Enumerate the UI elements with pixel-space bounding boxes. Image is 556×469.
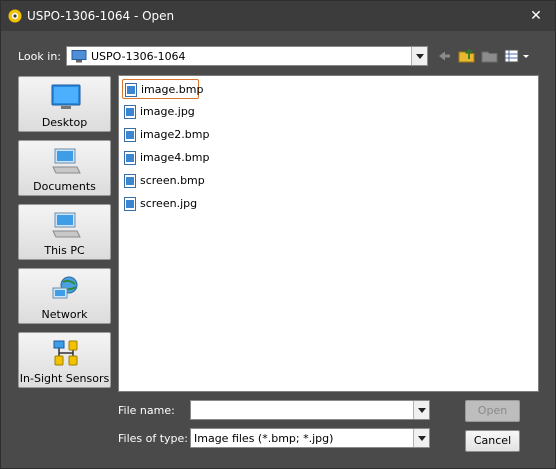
file-type-dropdown-arrow[interactable] — [413, 429, 429, 447]
window-title: USPO-1306-1064 - Open — [27, 9, 175, 23]
file-name: image.jpg — [140, 105, 195, 118]
place-label: Network — [41, 308, 88, 321]
file-name: image.bmp — [141, 83, 204, 96]
app-icon — [8, 9, 22, 23]
file-item[interactable]: image.bmp — [122, 79, 203, 99]
file-name-label: File name: — [118, 404, 175, 417]
cancel-button[interactable]: Cancel — [465, 430, 520, 452]
place-in-sight-sensors[interactable]: In-Sight Sensors — [18, 332, 111, 388]
file-name: screen.bmp — [140, 174, 205, 187]
file-item[interactable]: image2.bmp — [122, 125, 212, 145]
this-pc-icon — [52, 212, 81, 238]
file-type-select[interactable]: Image files (*.bmp; *.jpg) — [190, 428, 430, 448]
image-file-icon — [124, 128, 136, 142]
file-list[interactable]: image.bmp image.jpg image2.bmp image4.bm… — [118, 75, 539, 392]
place-this-pc[interactable]: This PC — [18, 204, 111, 260]
look-in-dropdown-arrow[interactable] — [411, 47, 427, 65]
file-item[interactable]: image.jpg — [122, 102, 202, 122]
up-folder-icon[interactable] — [457, 47, 477, 65]
computer-icon — [71, 50, 87, 63]
in-sight-sensors-icon — [53, 340, 78, 366]
file-name: image2.bmp — [140, 128, 210, 141]
open-dialog: USPO-1306-1064 - Open ✕ Look in: USPO-13… — [0, 0, 556, 469]
open-button[interactable]: Open — [465, 400, 520, 422]
image-file-icon — [125, 83, 137, 97]
close-button[interactable]: ✕ — [527, 7, 545, 25]
image-file-icon — [124, 174, 136, 188]
file-type-label: Files of type: — [118, 432, 189, 445]
image-file-icon — [124, 105, 136, 119]
file-item[interactable]: screen.jpg — [122, 194, 212, 214]
place-label: This PC — [44, 244, 85, 257]
file-name-input[interactable] — [190, 400, 430, 420]
view-menu-icon[interactable] — [503, 47, 531, 65]
file-item[interactable]: image4.bmp — [122, 148, 212, 168]
file-name: screen.jpg — [140, 197, 198, 210]
place-documents[interactable]: Documents — [18, 140, 111, 196]
network-icon — [52, 276, 78, 299]
place-label: Documents — [33, 180, 96, 193]
place-label: In-Sight Sensors — [19, 372, 110, 385]
file-name: image4.bmp — [140, 151, 210, 164]
title-bar: USPO-1306-1064 - Open ✕ — [1, 1, 555, 31]
place-desktop[interactable]: Desktop — [18, 76, 111, 132]
look-in-combo[interactable]: USPO-1306-1064 — [66, 46, 428, 66]
image-file-icon — [124, 197, 136, 211]
back-icon[interactable] — [434, 47, 454, 65]
file-type-value: Image files (*.bmp; *.jpg) — [194, 432, 334, 445]
file-name-dropdown-arrow[interactable] — [413, 401, 429, 419]
documents-icon — [52, 148, 81, 174]
new-folder-icon[interactable] — [480, 47, 500, 65]
file-item[interactable]: screen.bmp — [122, 171, 212, 191]
look-in-label: Look in: — [18, 50, 61, 63]
image-file-icon — [124, 151, 136, 165]
place-network[interactable]: Network — [18, 268, 111, 324]
desktop-icon — [51, 84, 81, 109]
places-bar: Desktop Documents This PC Network In-Sig… — [17, 76, 113, 394]
place-label: Desktop — [41, 116, 88, 129]
look-in-value: USPO-1306-1064 — [91, 50, 186, 63]
